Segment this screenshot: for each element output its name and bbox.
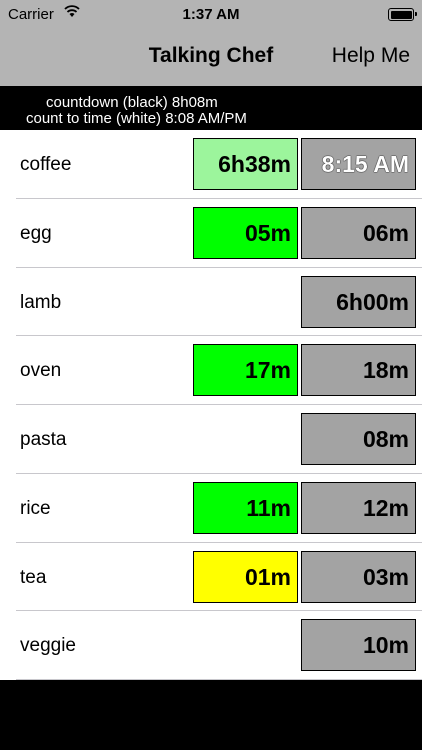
nav-bar: Talking Chef Help Me <box>0 30 422 86</box>
count-to-button[interactable]: 03m <box>301 550 416 603</box>
item-name: pasta <box>20 429 67 450</box>
countdown-button[interactable]: 6h38m <box>193 138 298 190</box>
count-to-button[interactable]: 18m <box>301 344 416 397</box>
status-bar: Carrier 1:37 AM <box>0 0 422 30</box>
count-to-button[interactable]: 10m <box>301 619 416 672</box>
list-item[interactable]: tea 01m 03m <box>0 543 422 612</box>
item-name: rice <box>20 497 51 519</box>
item-name: egg <box>20 222 52 244</box>
count-to-button[interactable]: 12m <box>301 481 416 534</box>
list-item[interactable]: veggie 10m <box>0 611 422 680</box>
count-to-button[interactable]: 06m <box>301 206 416 259</box>
list-item[interactable]: lamb 6h00m <box>0 268 422 337</box>
timer-list: coffee 6h38m 8:15 AM egg 05m 06m lamb 6h00m oven… <box>0 130 422 680</box>
legend-countdown: countdown (black) 8h08m <box>46 94 218 111</box>
legend-count-to-time: count to time (white) 8:08 AM/PM <box>26 110 247 127</box>
battery-icon <box>388 8 417 21</box>
countdown-button[interactable]: 01m <box>193 550 298 603</box>
countdown-button[interactable]: 11m <box>193 481 298 534</box>
legend-bar: countdown (black) 8h08m count to time (w… <box>0 86 422 130</box>
count-to-button[interactable]: 8:15 AM <box>301 138 416 190</box>
item-name: coffee <box>20 154 72 175</box>
item-name: oven <box>20 360 62 382</box>
list-item[interactable]: rice 11m 12m <box>0 474 422 543</box>
countdown-button[interactable]: 05m <box>193 206 298 259</box>
list-item[interactable]: coffee 6h38m 8:15 AM <box>0 130 422 199</box>
list-item[interactable]: egg 05m 06m <box>0 199 422 268</box>
footer <box>0 680 422 750</box>
list-item[interactable]: oven 17m 18m <box>0 336 422 405</box>
item-name: lamb <box>20 291 62 313</box>
countdown-button[interactable]: 17m <box>193 344 298 397</box>
list-item[interactable]: pasta 08m <box>0 405 422 474</box>
status-time: 1:37 AM <box>182 6 240 23</box>
help-me-button[interactable]: Help Me <box>332 44 410 68</box>
count-to-button[interactable]: 08m <box>301 413 416 465</box>
count-to-button[interactable]: 6h00m <box>301 275 416 328</box>
item-name: veggie <box>20 635 76 657</box>
item-name: tea <box>20 566 47 588</box>
